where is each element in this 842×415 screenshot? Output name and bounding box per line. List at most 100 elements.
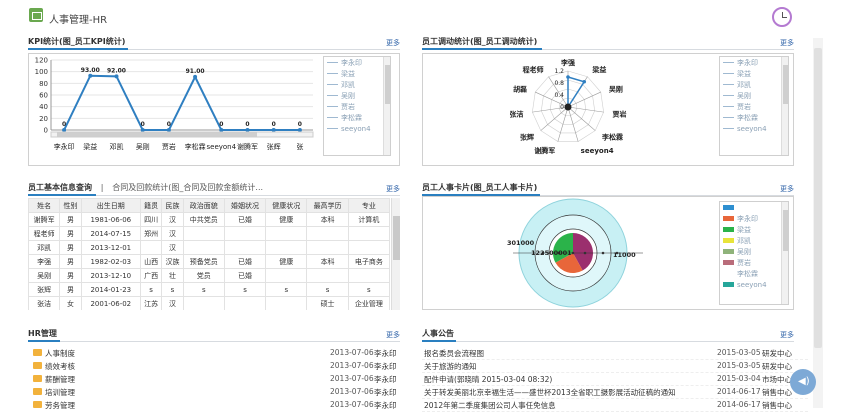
table-header-cell[interactable]: 出生日期	[80, 198, 141, 213]
radar-axis-label: seeyon4	[581, 147, 614, 155]
hr-list-item[interactable]: 培训管理 2013-07-06 李永印	[28, 386, 418, 399]
legend-item[interactable]: 邓凯	[720, 79, 788, 90]
clock-icon[interactable]	[772, 7, 792, 27]
legend-item[interactable]: 梁益	[324, 68, 390, 79]
legend-item[interactable]: 吴刚	[720, 246, 788, 257]
table-header-cell[interactable]: 专业	[347, 198, 391, 213]
kpi-more-link[interactable]: 更多	[386, 38, 400, 48]
legend-item[interactable]: 梁益	[720, 68, 788, 79]
legend-label: 邓凯	[341, 80, 355, 89]
legend-item[interactable]: 李松霖	[720, 112, 788, 123]
kpi-data-label: 0	[245, 121, 249, 128]
legend-label: 李松霖	[737, 269, 758, 278]
table-header-cell[interactable]: 籍贯	[139, 198, 163, 213]
hr-list-item[interactable]: 绩效考核 2013-07-06 李永印	[28, 360, 418, 373]
table-cell	[265, 226, 308, 241]
table-header-cell[interactable]: 婚姻状况	[223, 198, 267, 213]
legend-item[interactable]: seeyon4	[720, 123, 788, 134]
legend-label: 梁益	[737, 225, 751, 234]
table-cell: 中共党员	[182, 212, 225, 227]
legend-label: 李永印	[737, 58, 758, 67]
info-more-link[interactable]: 更多	[386, 184, 400, 194]
hr-list-item[interactable]: 薪酬管理 2013-07-06 李永印	[28, 373, 418, 386]
table-cell: 谢腾军	[28, 212, 61, 227]
radar-series	[567, 75, 586, 110]
legend-label: 贾岩	[341, 102, 355, 111]
legend-item[interactable]: 贾岩	[720, 257, 788, 268]
legend-item[interactable]: 邓凯	[720, 235, 788, 246]
hr-list-item[interactable]: 劳务管理 2013-07-06 李永印	[28, 399, 418, 412]
notice-item-author: 研发中心	[762, 349, 792, 358]
radar-axis-label: 贾岩	[613, 109, 627, 118]
legend-swatch	[723, 84, 734, 85]
legend-item[interactable]: 梁益	[720, 224, 788, 235]
legend-item[interactable]: 李永印	[324, 57, 390, 68]
kpi-title: KPI统计(图_员工KPI统计)	[28, 37, 126, 46]
legend-swatch	[723, 73, 734, 74]
kpi-data-point	[166, 128, 171, 132]
card-more-link[interactable]: 更多	[780, 184, 794, 194]
hr-item-date: 2013-07-06	[330, 348, 374, 357]
radar-axis-label: 吴刚	[609, 84, 623, 93]
legend-item[interactable]: 吴刚	[720, 90, 788, 101]
table-cell: 2013-12-10	[80, 268, 141, 283]
card-panel: 员工人事卡片(图_员工人事卡片) 更多 301000 122500001 11000…	[422, 182, 794, 310]
legend-item[interactable]: seeyon4	[324, 123, 390, 134]
kpi-data-point	[297, 128, 302, 132]
legend-swatch	[723, 62, 734, 63]
radar-point	[582, 79, 587, 84]
hr-list-item[interactable]: 人事制度 2013-07-06 李永印	[28, 347, 418, 360]
transfer-legend-scrollbar[interactable]	[781, 57, 788, 155]
legend-item[interactable]: 李永印	[720, 57, 788, 68]
notice-list-item[interactable]: 配件申请(郭晓晴 2015-03-04 08:32) 2015-03-04 市场中心	[422, 373, 808, 386]
table-row[interactable]: 吴刚男 2013-12-10 广西壮党员 已婚	[28, 268, 391, 283]
table-header-cell[interactable]: 最高学历	[306, 198, 349, 213]
info-table-scrollbar[interactable]	[391, 198, 400, 310]
card-chart-box: 301000 122500001 11000 李永印 梁益 邓凯 吴刚 贾岩 李松霖 seeyo…	[422, 196, 794, 310]
legend-item[interactable]: 李永印	[720, 213, 788, 224]
kpi-chart-box: 0 20 40 60 80 100 120 0 93.00 92.00 0 0 91.00 0 0 0 0 李永印…	[28, 53, 400, 166]
table-row[interactable]: 李强男 1982-02-03 山西 汉族 预备党员 已婚 健康 本科 电子商务	[28, 254, 391, 269]
notice-list-item[interactable]: 2012年第二季度集团公司人事任免信息 2014-06-17 销售中心	[422, 399, 808, 412]
table-header-cell[interactable]: 健康状况	[265, 198, 308, 213]
table-header-cell[interactable]: 姓名	[28, 198, 61, 213]
table-cell: 已婚	[223, 212, 267, 227]
legend-label: 李永印	[341, 58, 362, 67]
kpi-legend-scrollbar[interactable]	[383, 57, 390, 155]
table-header-cell[interactable]: 政治面貌	[182, 198, 225, 213]
card-legend-scrollbar[interactable]	[781, 202, 788, 304]
radar-axis-label: 谢腾军	[534, 146, 555, 155]
legend-item[interactable]: 吴刚	[324, 90, 390, 101]
notice-more-link[interactable]: 更多	[780, 330, 794, 340]
table-row[interactable]: 程老师男 2014-07-15 郑州汉	[28, 226, 391, 241]
table-row[interactable]: 谢腾军男 1981-06-06 四川汉中共党员 已婚 健康 本科 计算机	[28, 212, 391, 227]
radar-axis-label: 张辉	[520, 132, 534, 141]
notice-list-item[interactable]: 报名委员会流程图 2015-03-05 研发中心	[422, 347, 808, 360]
legend-item[interactable]: 李松霖	[720, 268, 788, 279]
legend-item[interactable]: 贾岩	[720, 101, 788, 112]
table-cell: 郑州	[139, 226, 163, 241]
tab-contract-stats[interactable]: 合同及回款统计(图_合同及回款金额统计...	[112, 183, 263, 192]
hr-more-link[interactable]: 更多	[386, 330, 400, 340]
legend-item[interactable]: 李松霖	[324, 112, 390, 123]
speaker-button[interactable]: ◀)	[790, 369, 816, 395]
folder-icon	[33, 375, 42, 382]
table-cell: 程老师	[28, 226, 61, 241]
notice-list-item[interactable]: 关于旅游的通知 2015-03-05 研发中心	[422, 360, 808, 373]
table-row[interactable]: 张洁女 2001-06-02 江苏汉 硕士 企业管理	[28, 296, 391, 310]
x-tick-label: 张	[296, 142, 303, 151]
table-cell	[347, 226, 391, 241]
table-row[interactable]: 邓凯男 2013-12-01 汉	[28, 240, 391, 255]
table-header-cell[interactable]: 性别	[59, 198, 82, 213]
table-row[interactable]: 张辉男 2014-01-23 s s s s s s s	[28, 282, 391, 297]
legend-item[interactable]	[720, 202, 788, 213]
tab-employee-info[interactable]: 员工基本信息查询	[28, 183, 92, 192]
page-scrollbar[interactable]	[813, 38, 823, 408]
legend-item[interactable]: seeyon4	[720, 279, 788, 290]
notice-list-item[interactable]: 关于转发美丽北京幸福生活——盛世杯2013全省职工摄影展活动征稿的通知 2014-…	[422, 386, 808, 399]
transfer-more-link[interactable]: 更多	[780, 38, 794, 48]
table-cell	[223, 240, 267, 255]
legend-item[interactable]: 邓凯	[324, 79, 390, 90]
legend-item[interactable]: 贾岩	[324, 101, 390, 112]
table-header-cell[interactable]: 民族	[161, 198, 184, 213]
